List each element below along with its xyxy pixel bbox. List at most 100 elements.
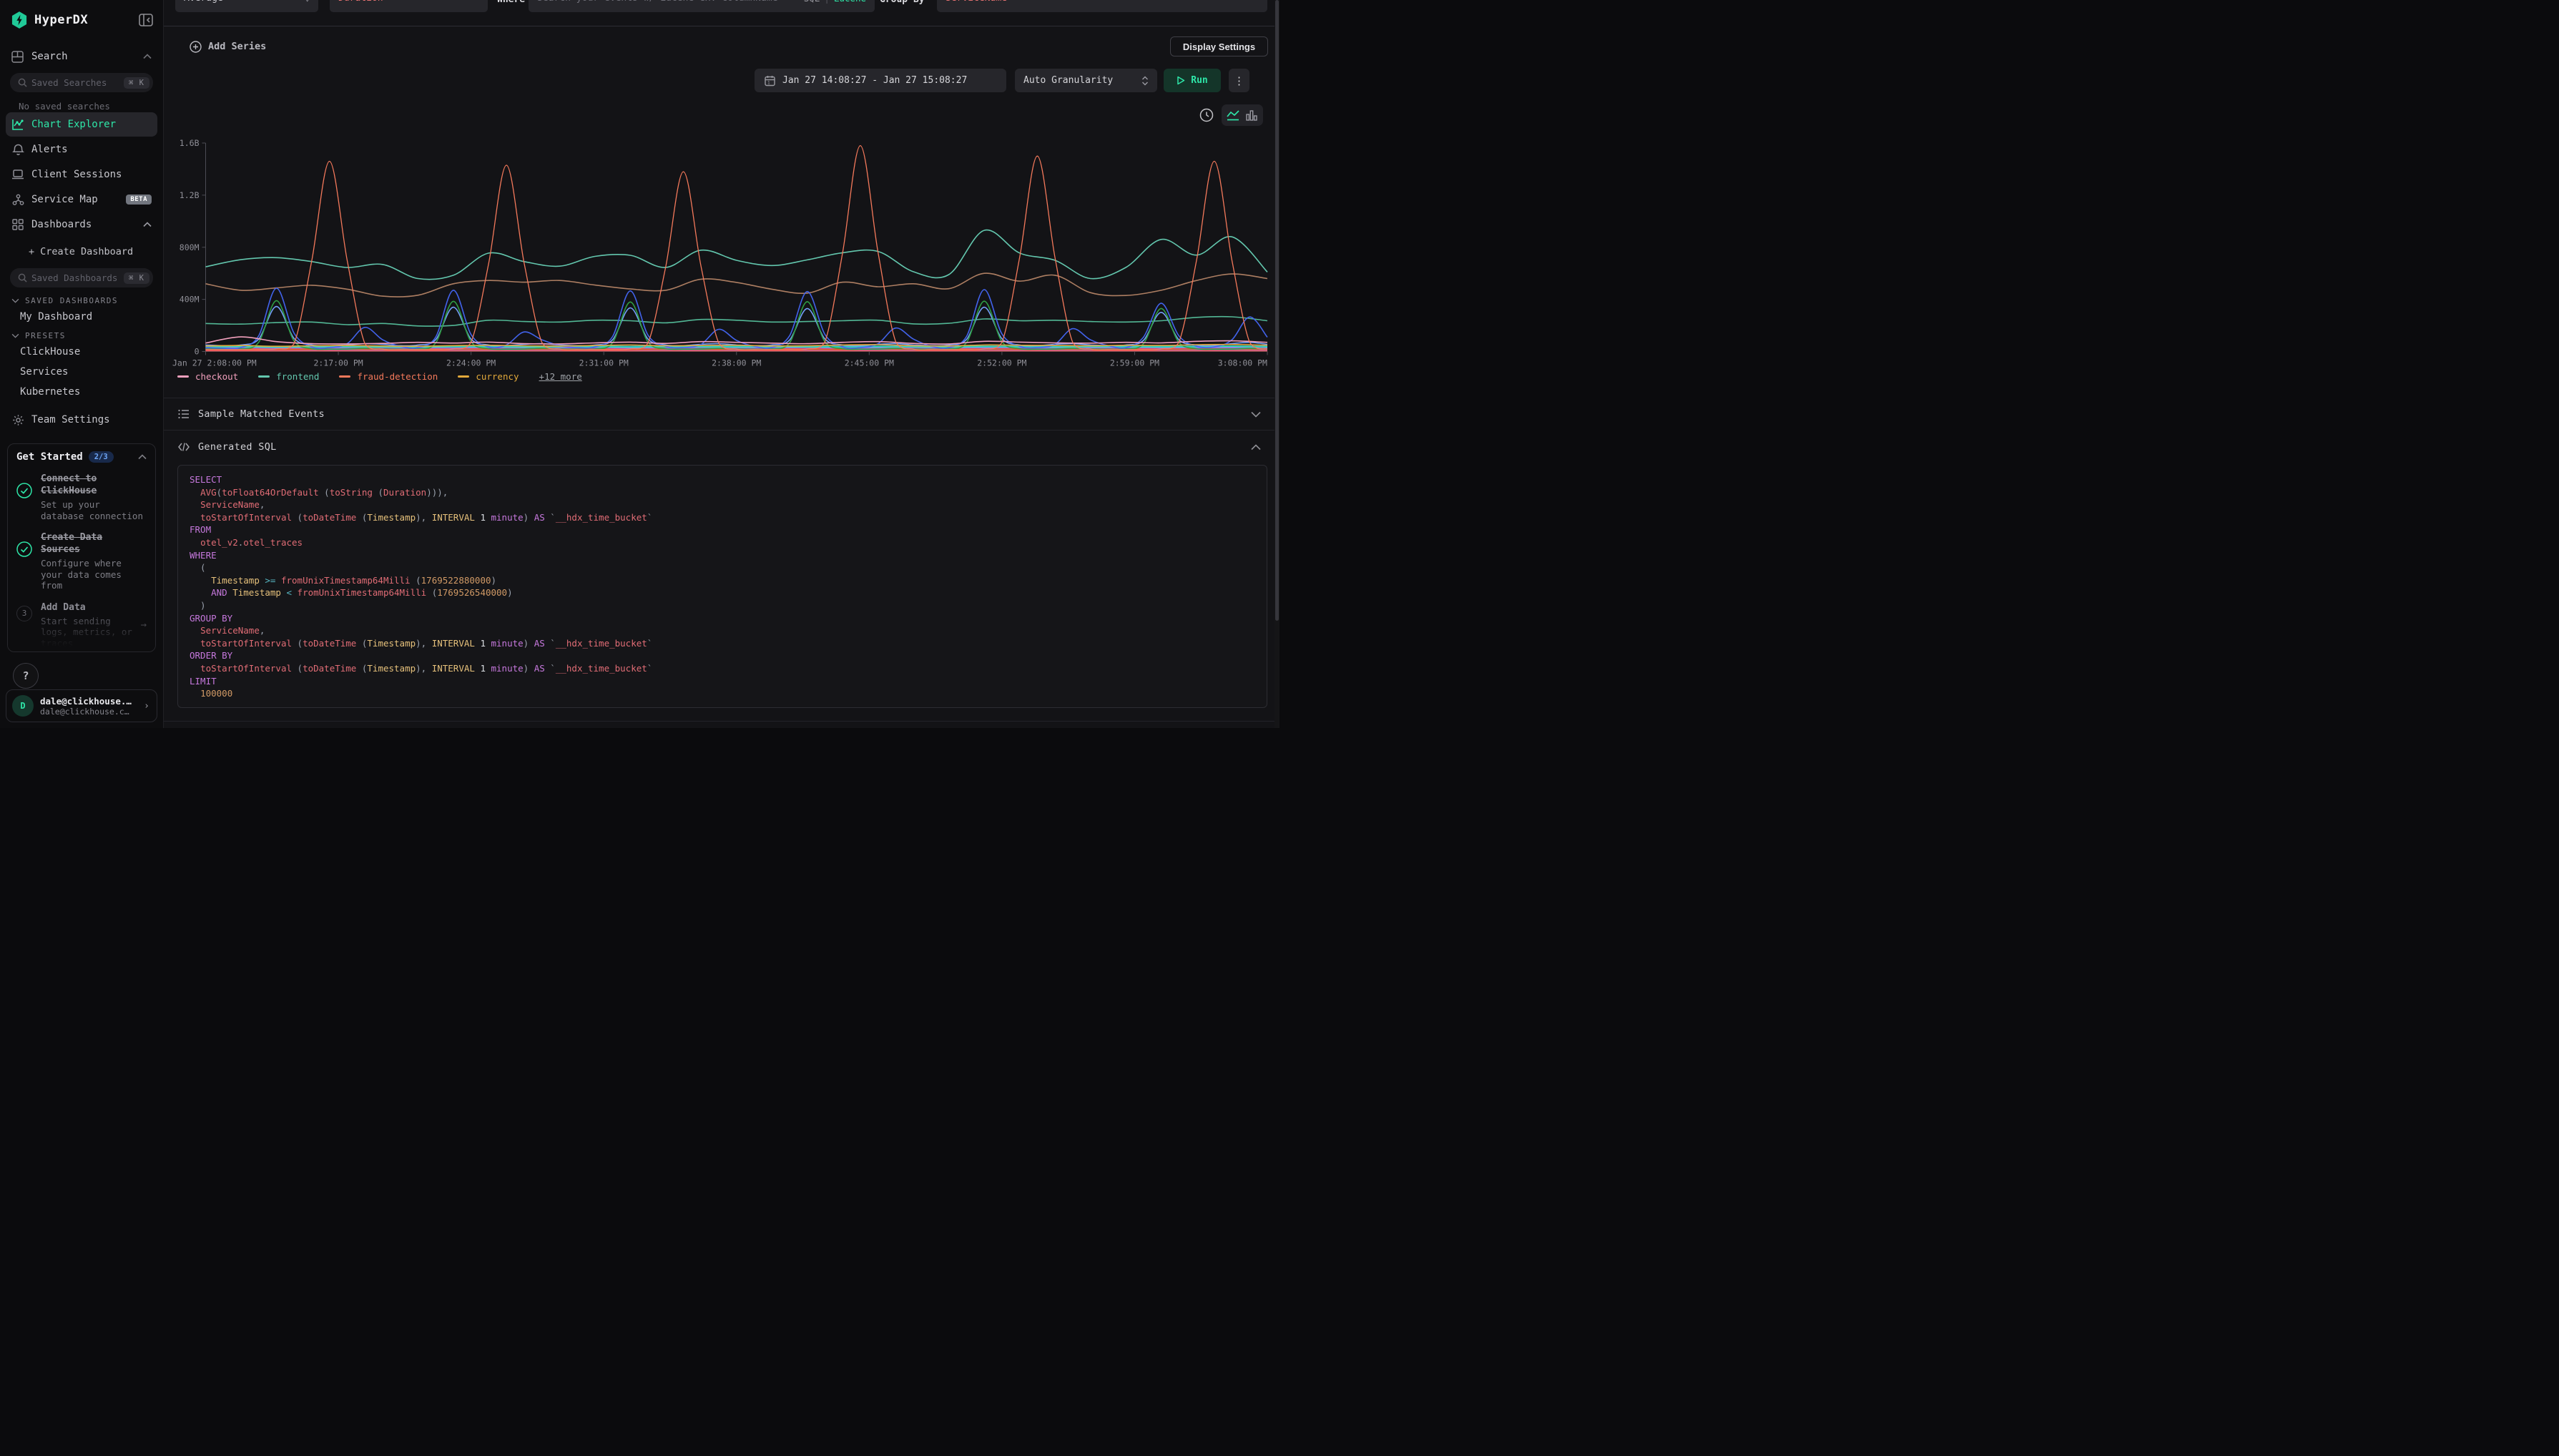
group-by-value: ServiceName xyxy=(945,0,1007,4)
sql-line: ServiceName, xyxy=(190,624,1255,637)
chart-explorer-icon xyxy=(11,118,24,131)
get-started-step-3[interactable]: 3 Add Data Start sending logs, metrics, … xyxy=(16,601,147,649)
sidebar-item-search[interactable]: Search xyxy=(0,46,163,67)
legend-item-currency[interactable]: currency xyxy=(458,371,519,382)
no-saved-searches-text: No saved searches xyxy=(19,101,152,112)
sql-line: Timestamp >= fromUnixTimestamp64Milli (1… xyxy=(190,574,1255,587)
sidebar-item-chart-explorer[interactable]: Chart Explorer xyxy=(6,112,157,137)
sql-mode-option[interactable]: SQL xyxy=(804,0,820,4)
date-range-picker[interactable]: 1 Jan 27 14:08:27 - Jan 27 15:08:27 xyxy=(755,69,1006,92)
legend-swatch xyxy=(258,375,270,378)
chevron-down-icon: ⌄ xyxy=(305,0,310,3)
sidebar-item-team-settings[interactable]: Team Settings xyxy=(6,408,157,432)
saved-searches-input[interactable] xyxy=(27,77,124,88)
query-toolbar: Average ⌄ Duration Where Search your eve… xyxy=(164,0,1274,26)
saved-dashboards-section[interactable]: SAVED DASHBOARDS xyxy=(21,296,153,305)
alerts-label: Alerts xyxy=(31,144,68,155)
sidebar-item-service-map[interactable]: Service Map BETA xyxy=(6,187,157,212)
field-input[interactable]: Duration xyxy=(330,0,488,12)
sql-line: ( xyxy=(190,561,1255,574)
series-tan xyxy=(206,273,1268,297)
group-by-label: Group By xyxy=(880,0,925,7)
mode-separator: | xyxy=(820,0,834,4)
dashboards-icon xyxy=(11,218,24,231)
hyperdx-logo-icon xyxy=(11,11,27,29)
generated-sql-code[interactable]: SELECT AVG(toFloat64OrDefault (toString … xyxy=(177,465,1267,708)
legend-label: currency xyxy=(476,371,519,382)
arrow-right-icon: → xyxy=(138,619,147,631)
calendar-icon: 1 xyxy=(765,75,775,87)
scrollbar-thumb[interactable] xyxy=(1275,0,1279,621)
step-subtitle: Set up your database connection xyxy=(41,499,147,521)
presets-section[interactable]: PRESETS xyxy=(21,331,153,340)
preset-link-clickhouse[interactable]: ClickHouse xyxy=(20,346,153,358)
more-options-button[interactable]: ⋮ xyxy=(1229,69,1249,92)
sql-line: FROM xyxy=(190,523,1255,536)
legend-item-frontend[interactable]: frontend xyxy=(258,371,319,382)
user-name: dale@clickhouse.… xyxy=(40,696,144,707)
sql-line: otel_v2.otel_traces xyxy=(190,536,1255,549)
chevron-up-icon xyxy=(143,222,152,227)
series-frontend xyxy=(206,230,1268,280)
sidebar-item-dashboards[interactable]: Dashboards xyxy=(6,212,157,237)
x-axis-label: Jan 27 2:08:00 PM xyxy=(172,358,257,368)
sidebar-item-alerts[interactable]: Alerts xyxy=(6,137,157,162)
saved-dashboards-section-label: SAVED DASHBOARDS xyxy=(25,296,118,305)
granularity-select[interactable]: Auto Granularity xyxy=(1015,69,1157,92)
lucene-mode-option[interactable]: Lucene xyxy=(834,0,866,4)
help-question-icon: ? xyxy=(22,669,29,682)
step-title: Connect to ClickHouse xyxy=(41,473,147,497)
add-series-button[interactable]: Add Series xyxy=(190,37,266,56)
series-mint-low xyxy=(206,347,1268,348)
legend-swatch xyxy=(339,375,350,378)
aggregation-select[interactable]: Average ⌄ xyxy=(175,0,318,12)
search-query-input-wrap[interactable]: Search your events w/ Lucene ex: ColumnN… xyxy=(529,0,875,12)
service-map-icon xyxy=(11,193,24,206)
sql-line: ORDER BY xyxy=(190,649,1255,662)
line-chart-icon[interactable] xyxy=(1226,108,1240,122)
sql-line: SELECT xyxy=(190,473,1255,486)
page-scrollbar[interactable] xyxy=(1274,0,1280,728)
clock-icon[interactable] xyxy=(1199,107,1214,123)
y-axis-label: 0 xyxy=(195,347,200,357)
group-by-input[interactable]: ServiceName xyxy=(937,0,1267,12)
get-started-step-1[interactable]: Connect to ClickHouse Set up your databa… xyxy=(16,473,147,521)
field-value: Duration xyxy=(338,0,383,4)
get-started-card: Get Started 2/3 Connect to ClickHouse Se… xyxy=(7,443,156,652)
saved-dashboards-input[interactable] xyxy=(27,272,124,283)
dashboard-link-my-dashboard[interactable]: My Dashboard xyxy=(20,311,153,323)
step-title: Add Data xyxy=(41,601,138,614)
chevron-right-icon: › xyxy=(144,701,149,712)
check-circle-icon xyxy=(16,473,34,521)
create-dashboard-button[interactable]: + Create Dashboard xyxy=(0,241,163,262)
collapse-sidebar-icon[interactable] xyxy=(139,14,153,26)
x-axis-label: 2:59:00 PM xyxy=(1110,358,1159,368)
preset-link-kubernetes[interactable]: Kubernetes xyxy=(20,386,153,398)
x-axis-label: 2:45:00 PM xyxy=(845,358,894,368)
presets-section-label: PRESETS xyxy=(25,331,66,340)
generated-sql-section[interactable]: Generated SQL xyxy=(164,431,1274,463)
preset-link-services[interactable]: Services xyxy=(20,366,153,378)
timeseries-chart[interactable]: 0400M800M1.2B1.6BJan 27 2:08:00 PM2:17:0… xyxy=(170,138,1272,368)
app-title: HyperDX xyxy=(34,13,139,27)
get-started-step-2[interactable]: Create Data Sources Configure where your… xyxy=(16,531,147,591)
legend-item-fraud-detection[interactable]: fraud-detection xyxy=(339,371,438,382)
legend-more-link[interactable]: +12 more xyxy=(539,371,582,382)
chart-legend: checkout frontend fraud-detection currency +… xyxy=(177,371,582,382)
sidebar: HyperDX Search ⌘ K No saved searches xyxy=(0,0,164,728)
laptop-icon xyxy=(11,168,24,181)
bar-chart-icon[interactable] xyxy=(1244,108,1259,122)
help-button[interactable]: ? xyxy=(13,663,39,689)
sql-line: toStartOfInterval (toDateTime (Timestamp… xyxy=(190,511,1255,524)
sample-matched-events-section[interactable]: Sample Matched Events xyxy=(164,398,1274,431)
sidebar-item-client-sessions[interactable]: Client Sessions xyxy=(6,162,157,187)
legend-item-checkout[interactable]: checkout xyxy=(177,371,238,382)
x-axis-label: 2:52:00 PM xyxy=(977,358,1026,368)
run-button[interactable]: Run xyxy=(1164,69,1221,92)
query-language-toggle[interactable]: SQL|Lucene xyxy=(804,0,866,4)
display-settings-button[interactable]: Display Settings xyxy=(1170,36,1268,56)
user-account-button[interactable]: D dale@clickhouse.… dale@clickhouse.c… › xyxy=(6,689,157,722)
step-title: Create Data Sources xyxy=(41,531,147,556)
chevron-up-icon[interactable] xyxy=(138,454,147,460)
legend-label: frontend xyxy=(276,371,319,382)
